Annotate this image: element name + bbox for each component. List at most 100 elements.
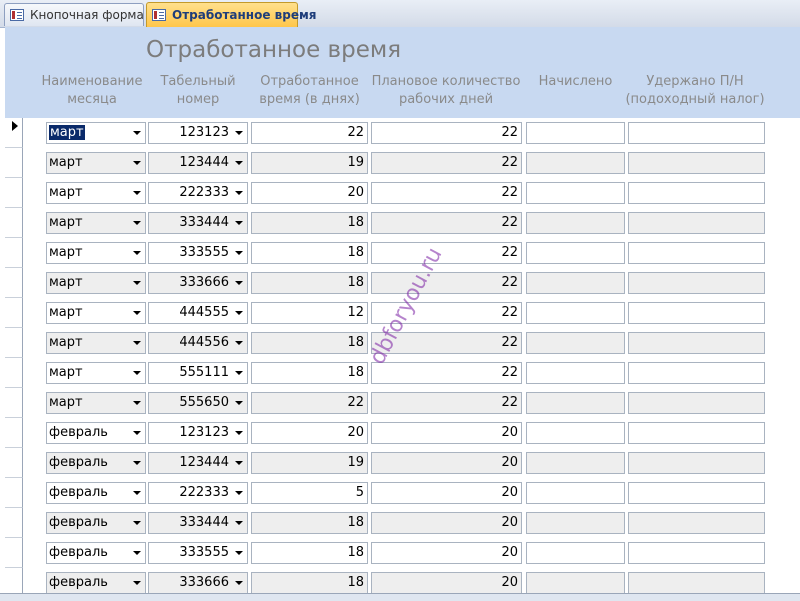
tabnum-combobox[interactable]: 555111 — [148, 362, 248, 384]
tabnum-combobox[interactable]: 333444 — [148, 212, 248, 234]
chevron-down-icon[interactable] — [235, 281, 243, 285]
planned-days-field[interactable]: 20 — [371, 572, 522, 594]
tabnum-combobox[interactable]: 333444 — [148, 512, 248, 534]
month-combobox[interactable]: март — [46, 272, 146, 294]
chevron-down-icon[interactable] — [133, 521, 141, 525]
deducted-tax-field[interactable] — [628, 302, 765, 324]
deducted-tax-field[interactable] — [628, 422, 765, 444]
planned-days-field[interactable]: 22 — [371, 302, 522, 324]
tabnum-combobox[interactable]: 333666 — [148, 572, 248, 594]
tabnum-combobox[interactable]: 333666 — [148, 272, 248, 294]
accrued-field[interactable] — [526, 482, 625, 504]
days-worked-field[interactable]: 18 — [251, 272, 368, 294]
record-selector[interactable] — [5, 478, 23, 508]
days-worked-field[interactable]: 22 — [251, 392, 368, 414]
chevron-down-icon[interactable] — [235, 371, 243, 375]
tabnum-combobox[interactable]: 123123 — [148, 122, 248, 144]
accrued-field[interactable] — [526, 542, 625, 564]
accrued-field[interactable] — [526, 182, 625, 204]
record-selector[interactable] — [5, 358, 23, 388]
days-worked-field[interactable]: 18 — [251, 242, 368, 264]
chevron-down-icon[interactable] — [235, 521, 243, 525]
days-worked-field[interactable]: 20 — [251, 422, 368, 444]
chevron-down-icon[interactable] — [133, 401, 141, 405]
month-combobox[interactable]: март — [46, 392, 146, 414]
chevron-down-icon[interactable] — [235, 311, 243, 315]
days-worked-field[interactable]: 20 — [251, 182, 368, 204]
planned-days-field[interactable]: 20 — [371, 422, 522, 444]
month-combobox[interactable]: март — [46, 182, 146, 204]
record-selector[interactable] — [5, 208, 23, 238]
tab-worked-time[interactable]: Отработанное время — [146, 2, 317, 27]
chevron-down-icon[interactable] — [133, 191, 141, 195]
record-selector[interactable] — [5, 388, 23, 418]
planned-days-field[interactable]: 22 — [371, 272, 522, 294]
tabnum-combobox[interactable]: 123123 — [148, 422, 248, 444]
record-selector[interactable] — [5, 298, 23, 328]
deducted-tax-field[interactable] — [628, 542, 765, 564]
tabnum-combobox[interactable]: 333555 — [148, 242, 248, 264]
days-worked-field[interactable]: 12 — [251, 302, 368, 324]
planned-days-field[interactable]: 22 — [371, 212, 522, 234]
chevron-down-icon[interactable] — [133, 341, 141, 345]
days-worked-field[interactable]: 5 — [251, 482, 368, 504]
record-selector[interactable] — [5, 418, 23, 448]
chevron-down-icon[interactable] — [235, 461, 243, 465]
month-combobox[interactable]: март — [46, 122, 146, 144]
planned-days-field[interactable]: 22 — [371, 152, 522, 174]
deducted-tax-field[interactable] — [628, 332, 765, 354]
record-selector[interactable] — [5, 508, 23, 538]
deducted-tax-field[interactable] — [628, 272, 765, 294]
chevron-down-icon[interactable] — [133, 551, 141, 555]
record-selector[interactable] — [5, 178, 23, 208]
record-selector[interactable] — [5, 538, 23, 568]
planned-days-field[interactable]: 20 — [371, 542, 522, 564]
days-worked-field[interactable]: 18 — [251, 212, 368, 234]
chevron-down-icon[interactable] — [235, 161, 243, 165]
planned-days-field[interactable]: 22 — [371, 332, 522, 354]
chevron-down-icon[interactable] — [235, 401, 243, 405]
tabnum-combobox[interactable]: 333555 — [148, 542, 248, 564]
deducted-tax-field[interactable] — [628, 452, 765, 474]
accrued-field[interactable] — [526, 212, 625, 234]
accrued-field[interactable] — [526, 122, 625, 144]
month-combobox[interactable]: март — [46, 152, 146, 174]
chevron-down-icon[interactable] — [235, 131, 243, 135]
tabnum-combobox[interactable]: 555650 — [148, 392, 248, 414]
chevron-down-icon[interactable] — [133, 161, 141, 165]
planned-days-field[interactable]: 20 — [371, 452, 522, 474]
tab-switchboard-form[interactable]: Кнопочная форма — [4, 3, 144, 26]
deducted-tax-field[interactable] — [628, 122, 765, 144]
accrued-field[interactable] — [526, 512, 625, 534]
planned-days-field[interactable]: 20 — [371, 482, 522, 504]
deducted-tax-field[interactable] — [628, 242, 765, 264]
chevron-down-icon[interactable] — [133, 281, 141, 285]
accrued-field[interactable] — [526, 242, 625, 264]
planned-days-field[interactable]: 22 — [371, 182, 522, 204]
deducted-tax-field[interactable] — [628, 212, 765, 234]
month-combobox[interactable]: февраль — [46, 572, 146, 594]
accrued-field[interactable] — [526, 272, 625, 294]
tabnum-combobox[interactable]: 222333 — [148, 182, 248, 204]
chevron-down-icon[interactable] — [133, 581, 141, 585]
tabnum-combobox[interactable]: 222333 — [148, 482, 248, 504]
planned-days-field[interactable]: 22 — [371, 242, 522, 264]
month-combobox[interactable]: март — [46, 302, 146, 324]
chevron-down-icon[interactable] — [235, 251, 243, 255]
month-combobox[interactable]: март — [46, 242, 146, 264]
days-worked-field[interactable]: 18 — [251, 512, 368, 534]
chevron-down-icon[interactable] — [235, 491, 243, 495]
record-selector[interactable] — [5, 268, 23, 298]
record-selector[interactable] — [5, 118, 23, 148]
accrued-field[interactable] — [526, 572, 625, 594]
chevron-down-icon[interactable] — [133, 131, 141, 135]
deducted-tax-field[interactable] — [628, 392, 765, 414]
accrued-field[interactable] — [526, 332, 625, 354]
chevron-down-icon[interactable] — [133, 251, 141, 255]
planned-days-field[interactable]: 20 — [371, 512, 522, 534]
chevron-down-icon[interactable] — [235, 431, 243, 435]
days-worked-field[interactable]: 18 — [251, 542, 368, 564]
planned-days-field[interactable]: 22 — [371, 392, 522, 414]
deducted-tax-field[interactable] — [628, 482, 765, 504]
chevron-down-icon[interactable] — [235, 581, 243, 585]
